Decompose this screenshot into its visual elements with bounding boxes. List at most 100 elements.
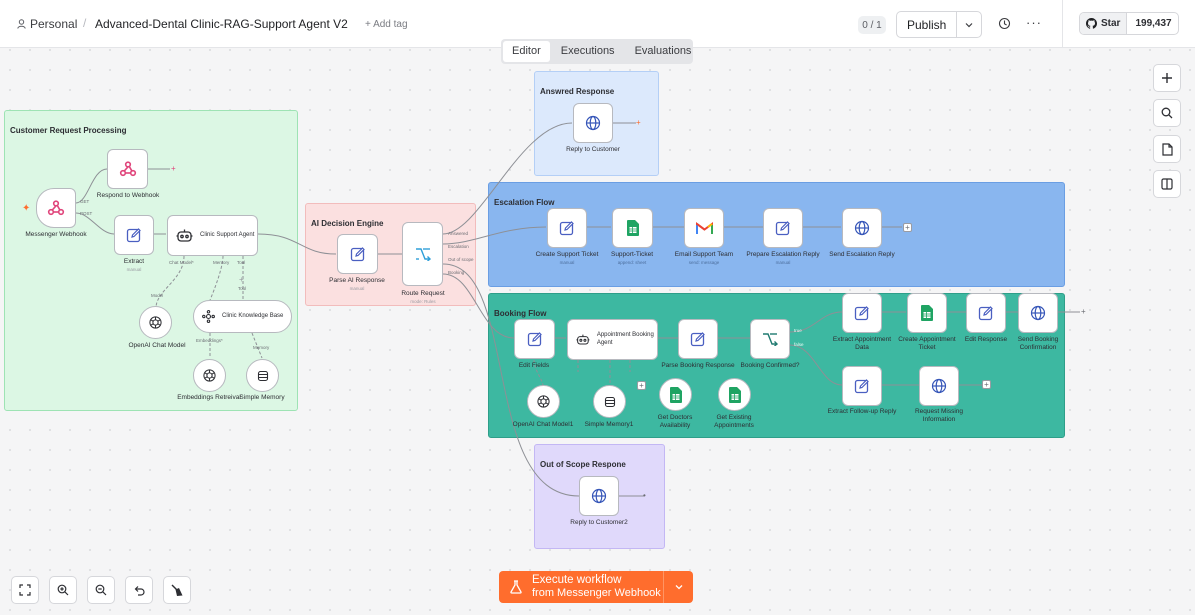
node-reply-to-customer[interactable]: [573, 103, 613, 143]
node-label: Parse Booking Response: [661, 362, 735, 369]
add-node-plus-icon[interactable]: +: [171, 164, 176, 173]
node-parse-ai-response[interactable]: [337, 234, 378, 274]
undo-button[interactable]: [125, 576, 153, 604]
node-label: Support-Ticket: [610, 251, 654, 258]
node-extract-appointment-data[interactable]: [842, 293, 882, 333]
robot-icon: [176, 229, 193, 242]
port-label: false: [794, 342, 804, 347]
node-create-support-ticket[interactable]: [547, 208, 587, 248]
gmail-icon: [695, 221, 713, 234]
add-tool-plus-icon[interactable]: +: [239, 275, 244, 284]
pencil-square-icon: [350, 247, 365, 262]
pencil-square-icon: [527, 332, 542, 347]
execute-options-button[interactable]: [663, 571, 693, 603]
tidy-up-button[interactable]: [163, 576, 191, 604]
pencil-square-icon: [854, 306, 869, 321]
flask-icon: [510, 580, 522, 594]
node-send-escalation-reply[interactable]: [842, 208, 882, 248]
openai-icon: [537, 395, 550, 408]
node-reply-to-customer2[interactable]: [579, 476, 619, 516]
note-icon: [1161, 142, 1173, 156]
globe-icon: [591, 488, 607, 504]
node-subtitle: append: sheet: [617, 260, 647, 265]
node-simple-memory[interactable]: [246, 359, 279, 392]
add-node-plus-icon[interactable]: •: [643, 491, 646, 500]
switch-icon: [415, 248, 431, 261]
add-node-plus-icon[interactable]: +: [636, 118, 641, 127]
zoom-in-button[interactable]: [49, 576, 77, 604]
node-messenger-webhook[interactable]: [36, 188, 76, 228]
fit-view-button[interactable]: [11, 576, 39, 604]
node-email-support-team[interactable]: [684, 208, 724, 248]
node-simple-memory1[interactable]: [593, 385, 626, 418]
node-clinic-support-agent[interactable]: Clinic Support Agent: [167, 215, 258, 256]
globe-icon: [854, 220, 870, 236]
add-tool-plus-icon[interactable]: +: [637, 381, 646, 390]
execute-workflow-button[interactable]: Execute workflow from Messenger Webhook: [499, 571, 693, 603]
sticky-note-button[interactable]: [1153, 135, 1181, 163]
node-label: Email Support Team: [674, 251, 734, 258]
node-booking-confirmed[interactable]: [750, 319, 790, 359]
node-edit-response[interactable]: [966, 293, 1006, 333]
node-support-ticket-sheet[interactable]: [612, 208, 653, 248]
node-clinic-knowledge-base[interactable]: Clinic Knowledge Base: [193, 300, 292, 333]
fit-view-icon: [19, 584, 31, 596]
add-node-plus-icon[interactable]: +: [982, 380, 991, 389]
node-openai-chat-model1[interactable]: [527, 385, 560, 418]
node-extract-followup-reply[interactable]: [842, 366, 882, 406]
node-inline-label: Clinic Knowledge Base: [222, 312, 284, 319]
node-get-doctors-availability[interactable]: [659, 378, 692, 411]
port-label: POST: [80, 211, 93, 216]
node-request-missing-information[interactable]: [919, 366, 959, 406]
node-extract[interactable]: [114, 215, 154, 255]
port-label: Escalation: [448, 244, 469, 249]
node-edit-fields[interactable]: [514, 319, 555, 359]
node-prepare-escalation-reply[interactable]: [763, 208, 803, 248]
undo-icon: [134, 586, 145, 596]
node-appointment-booking-agent[interactable]: Appointment Booking Agent: [567, 319, 658, 360]
node-label: Send Escalation Reply: [829, 251, 895, 258]
node-create-appointment-ticket[interactable]: [907, 293, 947, 333]
port-label: true: [794, 328, 802, 333]
node-label: Edit Response: [964, 336, 1008, 343]
openai-icon: [203, 369, 216, 382]
node-subtitle: send: message: [688, 260, 720, 265]
node-openai-chat-model[interactable]: [139, 306, 172, 339]
port-label: Memory: [213, 260, 230, 265]
pencil-square-icon: [690, 332, 705, 347]
add-node-plus-icon[interactable]: +: [903, 223, 912, 232]
add-node-button[interactable]: [1153, 64, 1181, 92]
pencil-square-icon: [126, 228, 141, 243]
node-get-existing-appointments[interactable]: [718, 378, 751, 411]
node-label: OpenAI Chat Model: [128, 342, 186, 349]
node-label: Booking Confirmed?: [740, 362, 800, 369]
pencil-square-icon: [978, 306, 993, 321]
node-label: Extract Appointment Data: [832, 336, 892, 351]
port-label: Model: [151, 293, 164, 298]
globe-icon: [931, 378, 947, 394]
node-inline-label: Clinic Support Agent: [200, 231, 255, 238]
port-label: Tool: [238, 286, 247, 291]
node-route-request[interactable]: [402, 222, 443, 286]
node-label: Prepare Escalation Reply: [746, 251, 820, 258]
node-label: Extract: [123, 258, 145, 265]
google-sheets-icon: [728, 386, 741, 403]
node-label: Simple Memory: [239, 394, 285, 401]
node-inline-label: Appointment Booking Agent: [596, 332, 654, 346]
search-nodes-button[interactable]: [1153, 99, 1181, 127]
google-sheets-icon: [626, 220, 639, 236]
webhook-icon: [119, 161, 136, 177]
node-subtitle: manual: [349, 286, 365, 291]
node-parse-booking-response[interactable]: [678, 319, 718, 359]
vector-store-icon: [202, 310, 215, 323]
add-node-plus-icon[interactable]: +: [1081, 307, 1086, 316]
port-label: Chat Model*: [169, 260, 194, 265]
database-icon: [604, 396, 615, 407]
zoom-out-button[interactable]: [87, 576, 115, 604]
node-embeddings-retrieval[interactable]: [193, 359, 226, 392]
robot-icon: [576, 334, 590, 345]
node-label: Create Appointment Ticket: [898, 336, 956, 351]
toggle-panel-button[interactable]: [1153, 170, 1181, 198]
node-send-booking-confirmation[interactable]: [1018, 293, 1058, 333]
node-respond-to-webhook[interactable]: [107, 149, 148, 189]
